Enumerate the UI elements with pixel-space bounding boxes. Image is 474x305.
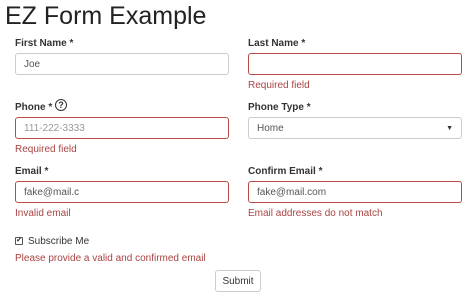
subscribe-error: Please provide a valid and confirmed ema… bbox=[15, 253, 206, 264]
phone-type-select[interactable]: Home ▼ bbox=[248, 117, 462, 139]
first-name-label: First Name * bbox=[15, 38, 74, 49]
last-name-label: Last Name * bbox=[248, 38, 306, 49]
phone-error: Required field bbox=[15, 144, 77, 155]
subscribe-checkbox[interactable]: ✔ bbox=[15, 237, 23, 245]
email-error: Invalid email bbox=[15, 208, 71, 219]
question-circle-icon[interactable]: ? bbox=[55, 99, 67, 111]
subscribe-label[interactable]: Subscribe Me bbox=[28, 236, 89, 247]
submit-button[interactable]: Submit bbox=[215, 270, 261, 292]
first-name-input[interactable] bbox=[15, 53, 229, 75]
phone-label: Phone * bbox=[15, 102, 53, 113]
phone-input[interactable] bbox=[15, 117, 229, 139]
email-label: Email * bbox=[15, 166, 49, 177]
confirm-email-error: Email addresses do not match bbox=[248, 208, 383, 219]
caret-down-icon: ▼ bbox=[446, 124, 453, 132]
last-name-input[interactable] bbox=[248, 53, 462, 75]
email-input[interactable] bbox=[15, 181, 229, 203]
checkmark-icon: ✔ bbox=[16, 237, 22, 244]
confirm-email-label: Confirm Email * bbox=[248, 166, 323, 177]
last-name-error: Required field bbox=[248, 80, 310, 91]
phone-type-selected-value: Home bbox=[257, 122, 284, 134]
confirm-email-input[interactable] bbox=[248, 181, 462, 203]
page-title: EZ Form Example bbox=[5, 2, 207, 30]
phone-type-label: Phone Type * bbox=[248, 102, 311, 113]
